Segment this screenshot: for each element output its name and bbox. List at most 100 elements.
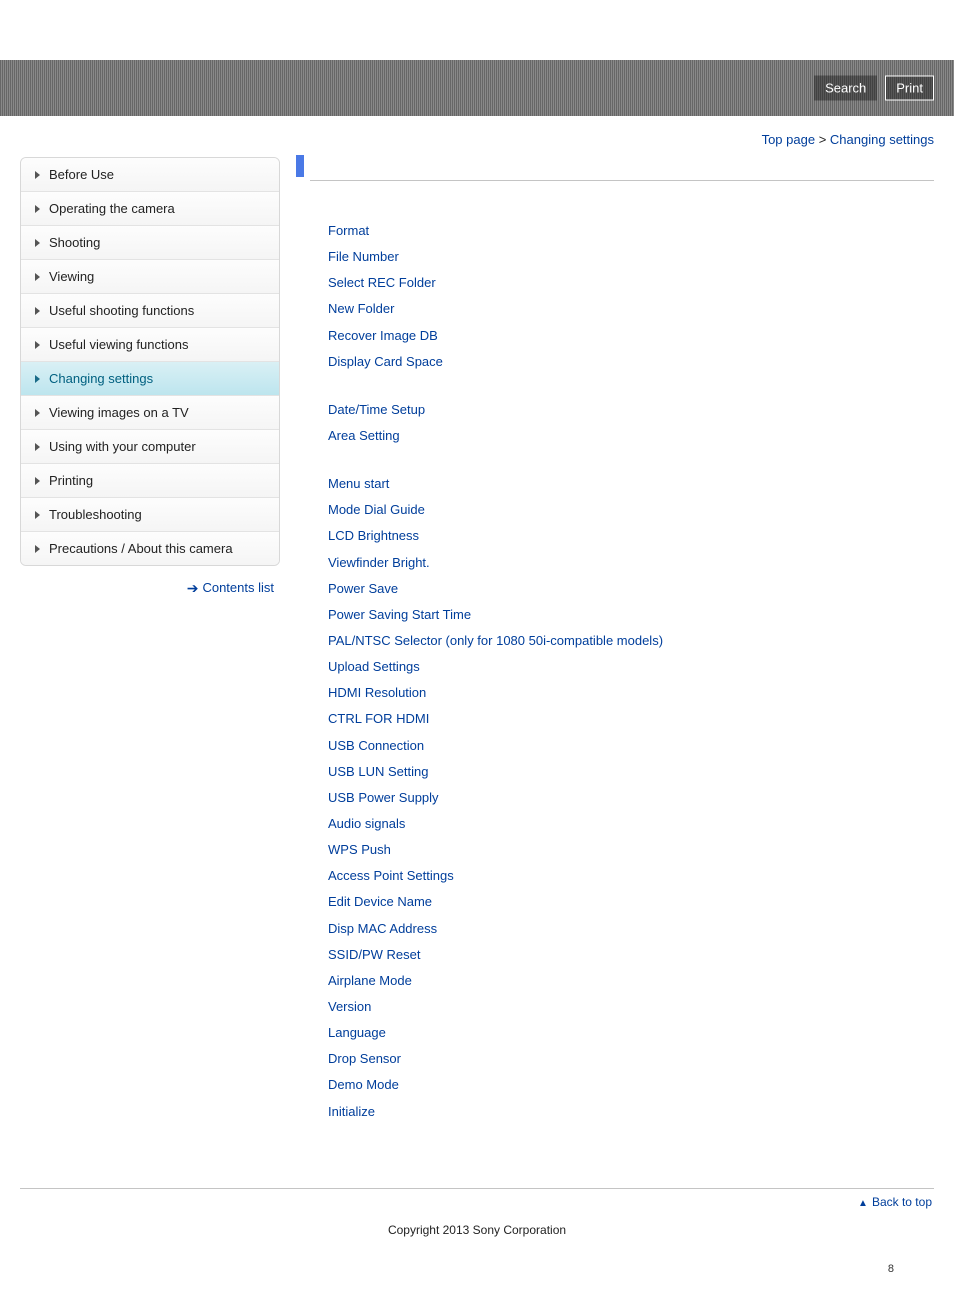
setting-link[interactable]: Access Point Settings bbox=[328, 868, 454, 883]
list-item: Recover Image DB bbox=[328, 326, 934, 346]
triangle-up-icon: ▲ bbox=[858, 1198, 868, 1209]
setting-link[interactable]: USB LUN Setting bbox=[328, 764, 428, 779]
copyright-text: Copyright 2013 Sony Corporation bbox=[0, 1217, 954, 1277]
setting-link[interactable]: HDMI Resolution bbox=[328, 685, 426, 700]
search-button[interactable]: Search bbox=[814, 76, 877, 101]
sidebar-item-label: Before Use bbox=[49, 167, 114, 182]
caret-right-icon bbox=[35, 205, 40, 213]
breadcrumb-top-page[interactable]: Top page bbox=[762, 132, 816, 147]
page-number: 8 bbox=[888, 1263, 894, 1275]
list-item: Access Point Settings bbox=[328, 866, 934, 886]
setting-link[interactable]: Mode Dial Guide bbox=[328, 502, 425, 517]
caret-right-icon bbox=[35, 443, 40, 451]
sidebar-item-label: Using with your computer bbox=[49, 439, 196, 454]
setting-link[interactable]: Drop Sensor bbox=[328, 1051, 401, 1066]
sidebar-nav: Before Use Operating the camera Shooting Vi… bbox=[20, 157, 280, 566]
setting-link[interactable]: PAL/NTSC Selector (only for 1080 50i-com… bbox=[328, 633, 663, 648]
caret-right-icon bbox=[35, 239, 40, 247]
caret-right-icon bbox=[35, 171, 40, 179]
sidebar-item-4[interactable]: Useful shooting functions bbox=[21, 294, 279, 328]
list-item: SSID/PW Reset bbox=[328, 945, 934, 965]
setting-link[interactable]: Disp MAC Address bbox=[328, 921, 437, 936]
setting-link[interactable]: Power Save bbox=[328, 581, 398, 596]
caret-right-icon bbox=[35, 307, 40, 315]
sidebar-item-label: Printing bbox=[49, 473, 93, 488]
list-item: WPS Push bbox=[328, 840, 934, 860]
list-item: File Number bbox=[328, 247, 934, 267]
sidebar-item-8[interactable]: Using with your computer bbox=[21, 430, 279, 464]
header-bar: Search Print bbox=[0, 60, 954, 116]
sidebar-item-6[interactable]: Changing settings bbox=[21, 362, 279, 396]
setting-link[interactable]: Airplane Mode bbox=[328, 973, 412, 988]
setting-link[interactable]: LCD Brightness bbox=[328, 528, 419, 543]
contents-list-wrap: ➔Contents list bbox=[20, 566, 280, 597]
list-item: Viewfinder Bright. bbox=[328, 553, 934, 573]
list-item: Demo Mode bbox=[328, 1075, 934, 1095]
breadcrumb-current[interactable]: Changing settings bbox=[830, 132, 934, 147]
settings-group-2: Menu start Mode Dial Guide LCD Brightness V… bbox=[310, 474, 934, 1122]
list-item: CTRL FOR HDMI bbox=[328, 709, 934, 729]
sidebar-item-label: Changing settings bbox=[49, 371, 153, 386]
sidebar-item-0[interactable]: Before Use bbox=[21, 158, 279, 192]
breadcrumb-separator: > bbox=[819, 132, 827, 147]
sidebar-item-label: Viewing bbox=[49, 269, 94, 284]
arrow-right-icon: ➔ bbox=[187, 580, 199, 596]
sidebar-item-label: Precautions / About this camera bbox=[49, 541, 233, 556]
sidebar-item-10[interactable]: Troubleshooting bbox=[21, 498, 279, 532]
setting-link[interactable]: Recover Image DB bbox=[328, 328, 438, 343]
caret-right-icon bbox=[35, 409, 40, 417]
sidebar-item-label: Viewing images on a TV bbox=[49, 405, 189, 420]
sidebar-item-11[interactable]: Precautions / About this camera bbox=[21, 532, 279, 565]
setting-link[interactable]: Format bbox=[328, 223, 369, 238]
setting-link[interactable]: SSID/PW Reset bbox=[328, 947, 420, 962]
setting-link[interactable]: Version bbox=[328, 999, 371, 1014]
setting-link[interactable]: Initialize bbox=[328, 1104, 375, 1119]
setting-link[interactable]: WPS Push bbox=[328, 842, 391, 857]
setting-link[interactable]: New Folder bbox=[328, 301, 394, 316]
bottom-rule bbox=[20, 1188, 934, 1189]
setting-link[interactable]: Language bbox=[328, 1025, 386, 1040]
setting-link[interactable]: Upload Settings bbox=[328, 659, 420, 674]
setting-link[interactable]: Area Setting bbox=[328, 428, 400, 443]
print-button[interactable]: Print bbox=[885, 76, 934, 101]
list-item: Power Saving Start Time bbox=[328, 605, 934, 625]
sidebar-item-2[interactable]: Shooting bbox=[21, 226, 279, 260]
list-item: Format bbox=[328, 221, 934, 241]
setting-link[interactable]: Demo Mode bbox=[328, 1077, 399, 1092]
setting-link[interactable]: Select REC Folder bbox=[328, 275, 436, 290]
sidebar-item-1[interactable]: Operating the camera bbox=[21, 192, 279, 226]
list-item: Date/Time Setup bbox=[328, 400, 934, 420]
settings-group-1: Date/Time Setup Area Setting bbox=[310, 400, 934, 446]
list-item: Disp MAC Address bbox=[328, 919, 934, 939]
caret-right-icon bbox=[35, 273, 40, 281]
setting-link[interactable]: Audio signals bbox=[328, 816, 405, 831]
setting-link[interactable]: Display Card Space bbox=[328, 354, 443, 369]
sidebar-item-9[interactable]: Printing bbox=[21, 464, 279, 498]
setting-link[interactable]: Power Saving Start Time bbox=[328, 607, 471, 622]
setting-link[interactable]: Menu start bbox=[328, 476, 389, 491]
setting-link[interactable]: CTRL FOR HDMI bbox=[328, 711, 429, 726]
setting-link[interactable]: Date/Time Setup bbox=[328, 402, 425, 417]
list-item: Upload Settings bbox=[328, 657, 934, 677]
setting-link[interactable]: USB Power Supply bbox=[328, 790, 439, 805]
caret-right-icon bbox=[35, 545, 40, 553]
sidebar-item-3[interactable]: Viewing bbox=[21, 260, 279, 294]
contents-list-link[interactable]: Contents list bbox=[202, 580, 274, 595]
list-item: USB LUN Setting bbox=[328, 762, 934, 782]
list-item: Edit Device Name bbox=[328, 892, 934, 912]
list-item: USB Connection bbox=[328, 736, 934, 756]
main-content: Format File Number Select REC Folder New Fo… bbox=[310, 157, 934, 1150]
list-item: Initialize bbox=[328, 1102, 934, 1122]
sidebar-item-label: Shooting bbox=[49, 235, 100, 250]
sidebar-item-5[interactable]: Useful viewing functions bbox=[21, 328, 279, 362]
breadcrumb: Top page > Changing settings bbox=[0, 116, 954, 157]
page-title-bar bbox=[310, 157, 934, 181]
setting-link[interactable]: USB Connection bbox=[328, 738, 424, 753]
list-item: Area Setting bbox=[328, 426, 934, 446]
setting-link[interactable]: Viewfinder Bright. bbox=[328, 555, 430, 570]
sidebar: Before Use Operating the camera Shooting Vi… bbox=[20, 157, 280, 597]
setting-link[interactable]: Edit Device Name bbox=[328, 894, 432, 909]
setting-link[interactable]: File Number bbox=[328, 249, 399, 264]
sidebar-item-7[interactable]: Viewing images on a TV bbox=[21, 396, 279, 430]
back-to-top-link[interactable]: Back to top bbox=[872, 1195, 932, 1209]
